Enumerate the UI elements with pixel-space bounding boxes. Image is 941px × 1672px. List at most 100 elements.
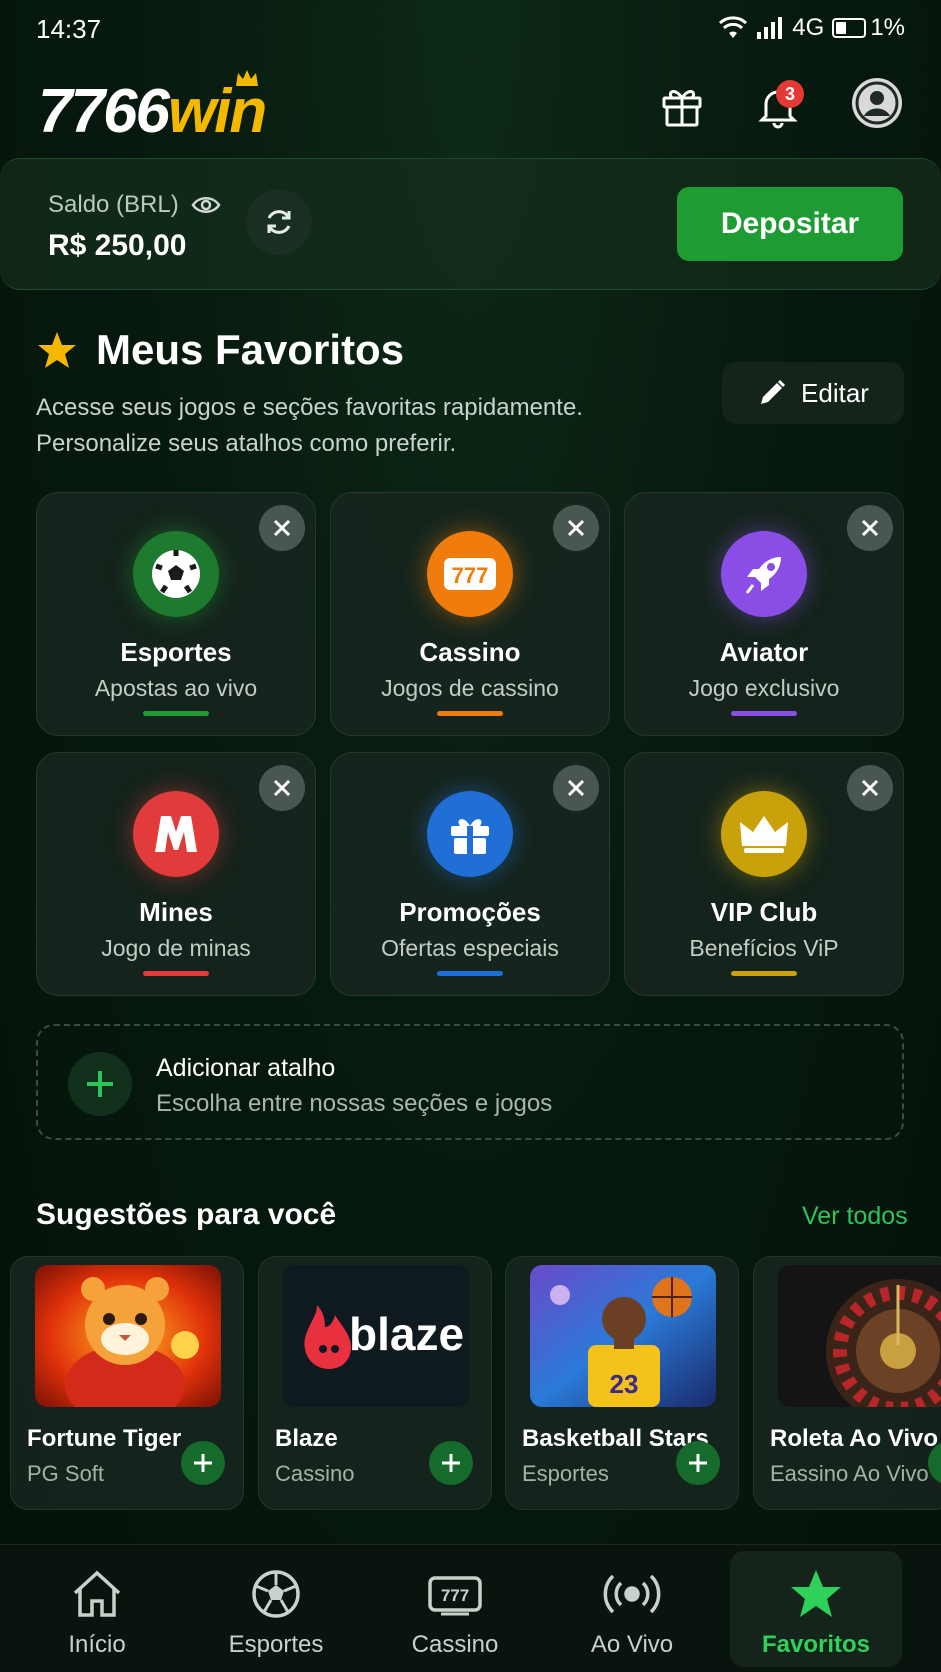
nav-item-esportes[interactable]: Esportes <box>201 1545 351 1672</box>
wifi-icon <box>719 16 748 38</box>
live-broadcast-icon <box>602 1567 662 1621</box>
add-favorite-button[interactable] <box>676 1441 720 1485</box>
game-thumbnail: 23 <box>530 1265 716 1407</box>
remove-favorite-button[interactable] <box>553 505 599 551</box>
blaze-logo-text: blaze <box>349 1308 465 1360</box>
game-name: Roleta Ao Vivo <box>770 1425 939 1452</box>
favorites-description: Acesse seus jogos e seções favoritas rap… <box>36 394 583 457</box>
tile-name: Aviator <box>719 637 809 667</box>
close-icon <box>861 779 879 797</box>
tile-accent-bar <box>143 711 209 716</box>
add-shortcut-subtitle: Escolha entre nossas seções e jogos <box>156 1090 553 1117</box>
plus-icon <box>689 1454 707 1472</box>
suggestions-title: Sugestões para você <box>36 1198 337 1231</box>
nav-label: Cassino <box>411 1631 499 1658</box>
game-provider: Esportes <box>522 1461 609 1486</box>
bottom-navigation: Início Esportes 777 Cassino Ao Vivo Favo… <box>0 1544 941 1672</box>
tile-accent-bar <box>437 711 503 716</box>
tile-subtitle: Jogos de cassino <box>381 675 559 701</box>
gift-button[interactable] <box>654 78 710 134</box>
user-icon <box>855 81 899 125</box>
status-bar: 14:37 4G 1% <box>0 0 941 56</box>
notifications-button[interactable]: 3 <box>750 78 806 134</box>
tile-accent-bar <box>731 971 797 976</box>
favorite-tile-vip-club[interactable]: VIP Club Benefícios ViP <box>624 752 904 996</box>
gift-icon <box>662 90 702 127</box>
remove-favorite-button[interactable] <box>847 765 893 811</box>
tile-name: Esportes <box>120 637 232 667</box>
tile-name: Cassino <box>419 637 521 667</box>
star-icon <box>38 332 76 368</box>
favorite-tile-cassino[interactable]: 777 Cassino Jogos de cassino <box>330 492 610 736</box>
favorite-tile-promocoes[interactable]: Promoções Ofertas especiais <box>330 752 610 996</box>
mines-m-icon <box>133 791 219 877</box>
avatar[interactable] <box>852 78 902 128</box>
nav-item-ao-vivo[interactable]: Ao Vivo <box>557 1545 707 1672</box>
remove-favorite-button[interactable] <box>259 505 305 551</box>
slot-777-icon: 777 <box>427 1567 483 1621</box>
battery-level: 1% <box>870 14 905 41</box>
soccer-ball-icon <box>250 1567 302 1621</box>
add-favorite-button[interactable] <box>181 1441 225 1485</box>
suggestion-card-basketball-stars[interactable]: 23 Basketball Stars Esportes <box>505 1256 739 1510</box>
rocket-icon <box>721 531 807 617</box>
add-shortcut-title: Adicionar atalho <box>156 1054 336 1082</box>
nav-item-cassino[interactable]: 777 Cassino <box>380 1545 530 1672</box>
tile-accent-bar <box>143 971 209 976</box>
logo-crown-icon <box>236 70 258 86</box>
logo[interactable]: 7766win <box>38 70 267 147</box>
tile-accent-bar <box>731 711 797 716</box>
game-name: Blaze <box>275 1425 338 1452</box>
tile-subtitle: Ofertas especiais <box>381 935 559 961</box>
svg-text:777: 777 <box>441 1586 469 1605</box>
network-type: 4G <box>792 14 825 41</box>
game-provider: Cassino <box>275 1461 355 1486</box>
plus-icon <box>442 1454 460 1472</box>
add-shortcut-button[interactable]: Adicionar atalho Escolha entre nossas se… <box>36 1024 904 1140</box>
edit-label: Editar <box>801 377 869 408</box>
tile-name: VIP Club <box>710 897 818 927</box>
deposit-button[interactable]: Depositar <box>677 187 903 261</box>
home-icon <box>70 1567 124 1621</box>
gift-icon <box>427 791 513 877</box>
game-name: Fortune Tiger <box>27 1425 182 1452</box>
eye-icon[interactable] <box>191 195 221 215</box>
tile-subtitle: Jogo exclusivo <box>688 675 840 701</box>
suggestion-card-roleta-ao-vivo[interactable]: Roleta Ao Vivo Eassino Ao Vivo <box>753 1256 941 1510</box>
plus-icon <box>194 1454 212 1472</box>
favorite-tile-esportes[interactable]: Esportes Apostas ao vivo <box>36 492 316 736</box>
game-thumbnail <box>35 1265 221 1407</box>
remove-favorite-button[interactable] <box>847 505 893 551</box>
remove-favorite-button[interactable] <box>259 765 305 811</box>
svg-text:777: 777 <box>452 563 489 588</box>
see-all-link[interactable]: Ver todos <box>802 1202 908 1231</box>
refresh-balance-button[interactable] <box>246 189 312 255</box>
soccer-ball-icon <box>133 531 219 617</box>
nav-label: Esportes <box>228 1631 324 1658</box>
tile-subtitle: Apostas ao vivo <box>94 675 258 701</box>
refresh-icon <box>267 210 291 234</box>
add-favorite-button[interactable] <box>429 1441 473 1485</box>
suggestion-card-blaze[interactable]: blaze Blaze Cassino <box>258 1256 492 1510</box>
slot-777-icon: 777 <box>427 531 513 617</box>
nav-item-inicio[interactable]: Início <box>22 1545 172 1672</box>
remove-favorite-button[interactable] <box>553 765 599 811</box>
balance-label: Saldo (BRL) <box>48 191 179 218</box>
favorite-tile-mines[interactable]: Mines Jogo de minas <box>36 752 316 996</box>
nav-label: Ao Vivo <box>590 1631 674 1658</box>
close-icon <box>273 779 291 797</box>
game-thumbnail: blaze <box>283 1265 469 1407</box>
close-icon <box>273 519 291 537</box>
close-icon <box>567 519 585 537</box>
nav-item-favoritos[interactable]: Favoritos <box>730 1551 902 1667</box>
tile-name: Mines <box>139 897 213 927</box>
favorite-tile-aviator[interactable]: Aviator Jogo exclusivo <box>624 492 904 736</box>
tile-accent-bar <box>437 971 503 976</box>
close-icon <box>861 519 879 537</box>
edit-button[interactable]: Editar <box>722 362 904 424</box>
suggestion-card-fortune-tiger[interactable]: Fortune Tiger PG Soft <box>10 1256 244 1510</box>
game-provider: PG Soft <box>27 1461 105 1486</box>
tile-name: Promoções <box>399 897 541 927</box>
balance-value: R$ 250,00 <box>48 229 187 262</box>
close-icon <box>567 779 585 797</box>
